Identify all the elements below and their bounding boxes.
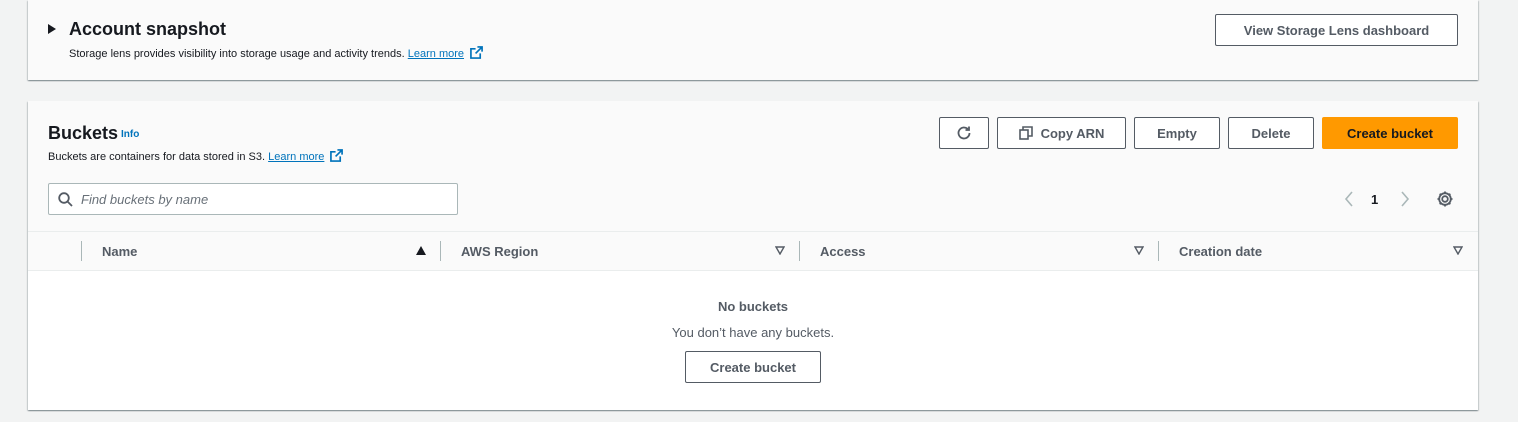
- sort-descending-icon[interactable]: [1134, 246, 1144, 255]
- column-divider[interactable]: [1158, 241, 1159, 261]
- chevron-left-icon[interactable]: [1343, 190, 1355, 208]
- create-bucket-button[interactable]: Create bucket: [1322, 117, 1458, 149]
- buckets-panel: Buckets Info Buckets are containers for …: [28, 101, 1478, 410]
- column-divider: [81, 241, 82, 261]
- empty-state-create-bucket-button[interactable]: Create bucket: [685, 351, 821, 383]
- column-header-name[interactable]: Name: [102, 232, 137, 270]
- buckets-info-link[interactable]: Info: [121, 129, 139, 140]
- buckets-description-text: Buckets are containers for data stored i…: [48, 151, 266, 163]
- column-divider[interactable]: [440, 241, 441, 261]
- buckets-title: Buckets: [48, 123, 119, 143]
- view-storage-lens-dashboard-button[interactable]: View Storage Lens dashboard: [1215, 14, 1458, 46]
- account-snapshot-title[interactable]: Account snapshot: [69, 19, 226, 40]
- empty-state-title: No buckets: [717, 299, 789, 314]
- empty-state-message: You don’t have any buckets.: [671, 325, 835, 340]
- snapshot-description-text: Storage lens provides visibility into st…: [69, 48, 405, 60]
- buckets-learn-more-link[interactable]: Learn more: [268, 151, 324, 163]
- sort-ascending-icon[interactable]: [416, 246, 426, 255]
- column-header-access[interactable]: Access: [820, 232, 866, 270]
- chevron-right-icon[interactable]: [1399, 190, 1411, 208]
- buckets-table-header: Name AWS Region Access Creation date: [28, 231, 1478, 271]
- sort-descending-icon[interactable]: [1453, 246, 1463, 255]
- buckets-description: Buckets are containers for data stored i…: [48, 149, 344, 163]
- bucket-search-input[interactable]: [81, 184, 451, 214]
- empty-button[interactable]: Empty: [1134, 117, 1220, 149]
- column-divider[interactable]: [799, 241, 800, 261]
- buckets-table-body: No buckets You don’t have any buckets. C…: [28, 271, 1478, 410]
- column-header-region[interactable]: AWS Region: [461, 232, 538, 270]
- bucket-search-field[interactable]: [48, 183, 458, 215]
- external-link-icon[interactable]: [330, 149, 344, 162]
- refresh-icon: [957, 126, 971, 140]
- caret-right-icon[interactable]: [48, 24, 56, 34]
- snapshot-learn-more-link[interactable]: Learn more: [408, 48, 464, 60]
- sort-descending-icon[interactable]: [775, 246, 785, 255]
- account-snapshot-description: Storage lens provides visibility into st…: [69, 46, 483, 60]
- copy-icon: [1018, 126, 1033, 140]
- refresh-button[interactable]: [939, 117, 989, 149]
- copy-arn-label: Copy ARN: [1040, 125, 1105, 141]
- copy-arn-button[interactable]: Copy ARN: [997, 117, 1126, 149]
- external-link-icon[interactable]: [470, 46, 483, 59]
- settings-gear-icon[interactable]: [1435, 189, 1455, 209]
- account-snapshot-panel: Account snapshot Storage lens provides v…: [28, 0, 1478, 80]
- delete-button[interactable]: Delete: [1228, 117, 1314, 149]
- pagination-current-page[interactable]: 1: [1371, 192, 1378, 207]
- search-icon: [58, 192, 73, 207]
- column-header-creation-date[interactable]: Creation date: [1179, 232, 1262, 270]
